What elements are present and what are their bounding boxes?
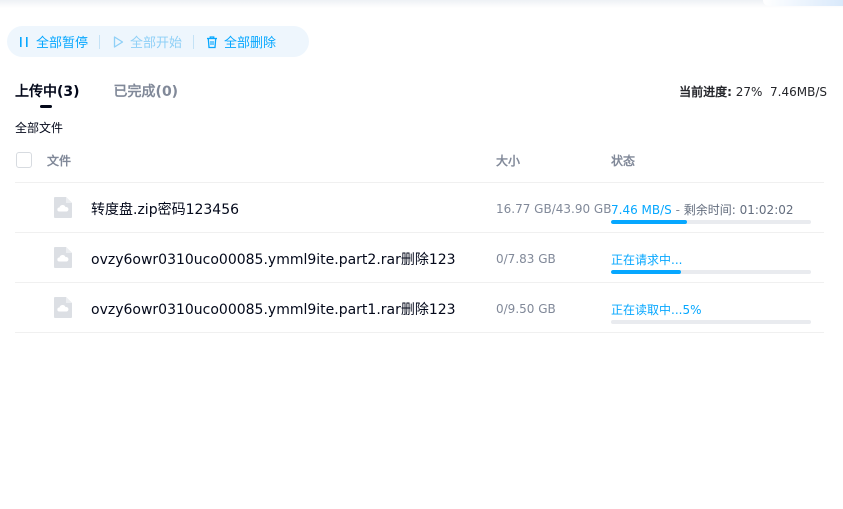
status-separator: - — [671, 203, 684, 217]
upload-status: 正在请求中... — [611, 253, 683, 267]
file-size: 0/9.50 GB — [496, 302, 556, 316]
file-name: 转度盘.zip密码123456 — [91, 202, 240, 218]
start-all-label: 全部开始 — [130, 36, 183, 51]
progress-bar-fill — [611, 220, 687, 224]
active-tab-indicator — [40, 105, 52, 108]
progress-label: 当前进度: — [679, 85, 732, 99]
file-size: 16.77 GB/43.90 GB — [496, 202, 612, 216]
toolbar-divider — [99, 34, 101, 49]
progress-speed: 7.46MB/S — [770, 85, 827, 99]
tab-uploading[interactable]: 上传中(3) — [15, 81, 80, 108]
overall-progress: 当前进度: 27% 7.46MB/S — [679, 83, 827, 100]
delete-all-button[interactable]: 全部删除 — [205, 26, 276, 57]
play-icon — [111, 35, 125, 49]
toolbar-divider — [193, 34, 195, 49]
file-name: ovzy6owr0310uco00085.ymml9ite.part2.rar删… — [91, 252, 456, 268]
table-row[interactable]: ovzy6owr0310uco00085.ymml9ite.part1.rar删… — [15, 283, 824, 333]
breadcrumb-all-files: 全部文件 — [15, 121, 64, 135]
column-header-size: 大小 — [496, 154, 521, 168]
upload-status: 正在读取中...5% — [611, 303, 702, 317]
select-all-checkbox[interactable] — [16, 152, 32, 168]
action-toolbar: 全部暂停 全部开始 全部删除 — [7, 26, 309, 57]
file-size: 0/7.83 GB — [496, 252, 556, 266]
window-top-edge — [0, 0, 843, 8]
tab-completed-label: 已完成(0) — [113, 84, 179, 100]
delete-all-label: 全部删除 — [224, 36, 277, 51]
progress-bar — [611, 320, 811, 324]
tab-completed[interactable]: 已完成(0) — [114, 81, 179, 101]
cloud-file-icon — [53, 246, 73, 269]
time-remaining: 剩余时间: 01:02:02 — [683, 203, 794, 217]
table-row[interactable]: 转度盘.zip密码123456 16.77 GB/43.90 GB 7.46 M… — [15, 183, 824, 233]
progress-bar — [611, 220, 811, 224]
upload-tabs: 上传中(3) 已完成(0) — [15, 81, 179, 108]
upload-status: 7.46 MB/S - 剩余时间: 01:02:02 — [611, 201, 794, 218]
progress-percent: 27% — [735, 85, 763, 99]
file-name: ovzy6owr0310uco00085.ymml9ite.part1.rar删… — [91, 302, 456, 318]
start-all-button[interactable]: 全部开始 — [111, 26, 182, 57]
pause-all-button[interactable]: 全部暂停 — [7, 26, 88, 57]
table-header: 文件 大小 状态 — [15, 150, 824, 183]
progress-bar-fill — [611, 270, 681, 274]
cloud-file-icon — [53, 296, 73, 319]
window-corner-accent — [763, 0, 843, 6]
cloud-file-icon — [53, 196, 73, 219]
column-header-name: 文件 — [47, 154, 72, 168]
table-row[interactable]: ovzy6owr0310uco00085.ymml9ite.part2.rar删… — [15, 233, 824, 283]
upload-speed: 7.46 MB/S — [611, 203, 672, 217]
tab-uploading-label: 上传中(3) — [15, 84, 80, 100]
pause-all-label: 全部暂停 — [36, 36, 89, 51]
progress-bar — [611, 270, 811, 274]
pause-icon — [17, 35, 31, 49]
column-header-status: 状态 — [611, 154, 636, 168]
trash-icon — [205, 35, 219, 49]
